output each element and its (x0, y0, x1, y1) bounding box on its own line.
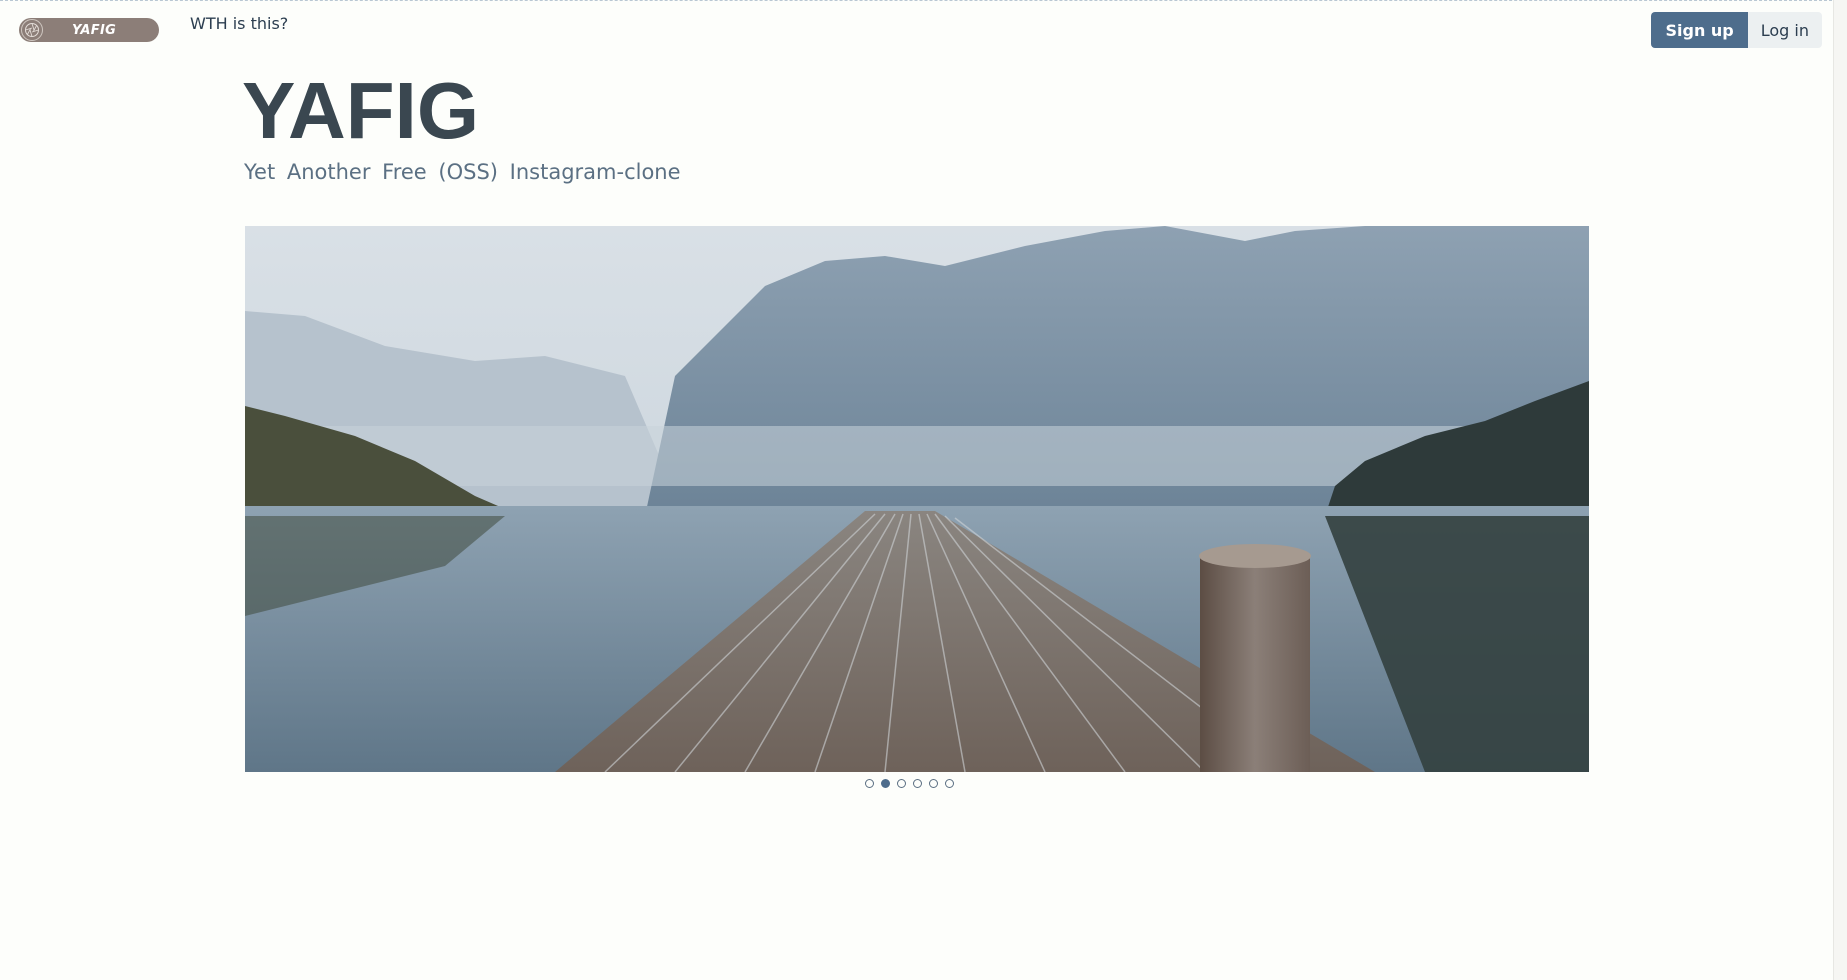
logo-text: YAFIG (71, 22, 117, 38)
carousel-dot[interactable] (929, 779, 938, 788)
logo-link[interactable]: YAFIG (19, 18, 159, 42)
page-subtitle: Yet Another Free (OSS) Instagram-clone (244, 160, 681, 184)
nav-link-about[interactable]: WTH is this? (190, 14, 288, 33)
vertical-scrollbar[interactable] (1833, 0, 1847, 980)
page-title: YAFIG (242, 66, 480, 155)
carousel-dot[interactable] (913, 779, 922, 788)
carousel-slide-image (245, 226, 1589, 772)
carousel-dot[interactable] (865, 779, 874, 788)
top-border (0, 0, 1847, 3)
signup-button[interactable]: Sign up (1651, 12, 1748, 48)
auth-buttons: Sign up Log in (1651, 12, 1822, 48)
image-carousel[interactable] (245, 226, 1589, 772)
login-button[interactable]: Log in (1747, 12, 1822, 48)
carousel-indicators (865, 779, 954, 788)
camera-aperture-icon (21, 19, 43, 41)
carousel-dot[interactable] (945, 779, 954, 788)
carousel-dot[interactable] (897, 779, 906, 788)
carousel-dot-active[interactable] (881, 779, 890, 788)
